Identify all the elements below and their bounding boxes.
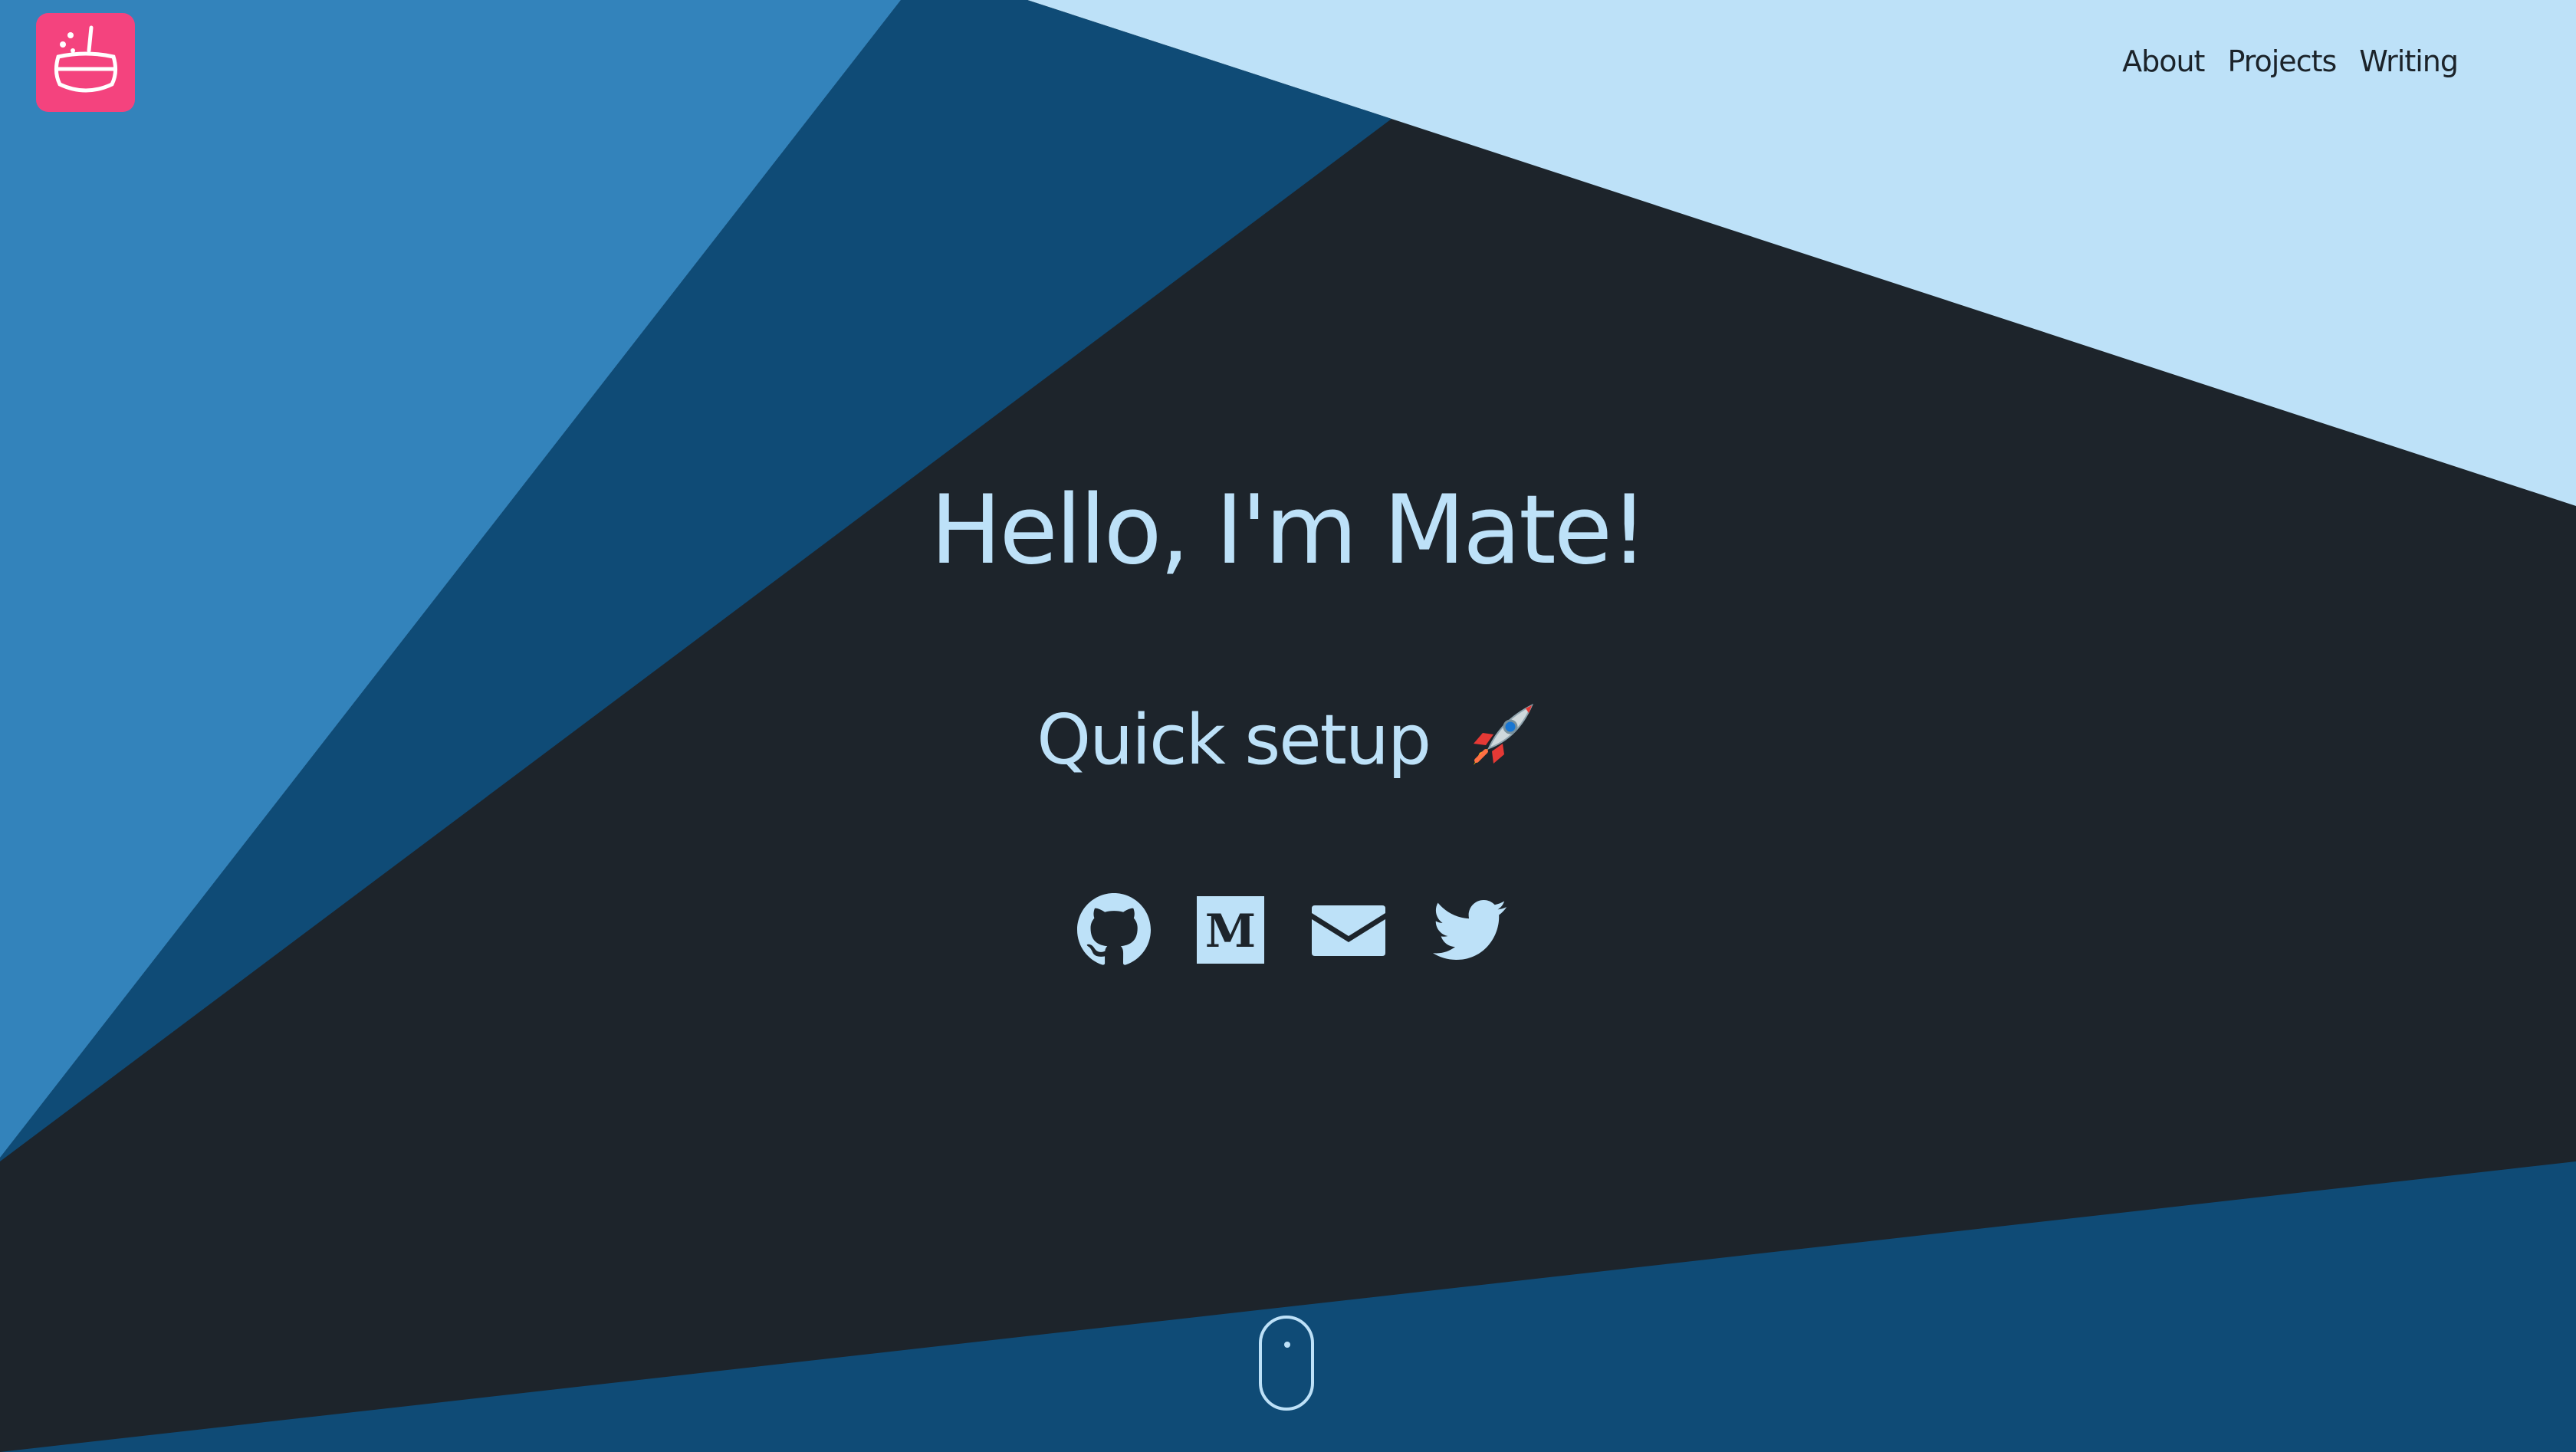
hero-title: Hello, I'm Mate!: [930, 475, 1648, 586]
email-icon: [1312, 905, 1385, 956]
github-icon: [1077, 893, 1151, 965]
github-link[interactable]: [1077, 893, 1151, 971]
medium-icon: M: [1197, 896, 1264, 964]
rocket-icon: [1463, 698, 1539, 791]
hero-subtitle-row: Quick setup: [0, 698, 2576, 791]
social-links: M: [0, 893, 2576, 971]
nav-link-projects[interactable]: Projects: [2227, 44, 2337, 78]
cauldron-icon: [54, 25, 117, 92]
medium-link[interactable]: M: [1197, 893, 1264, 971]
hero-subtitle: Quick setup: [1037, 699, 1431, 780]
scroll-wheel-dot: [1284, 1342, 1290, 1348]
nav-link-writing[interactable]: Writing: [2359, 44, 2459, 78]
svg-text:M: M: [1205, 905, 1256, 958]
mouse-scroll-icon[interactable]: [1259, 1316, 1314, 1411]
email-link[interactable]: [1310, 893, 1387, 971]
nav-link-about[interactable]: About: [2122, 44, 2205, 78]
site-logo[interactable]: [36, 13, 135, 112]
top-nav: About Projects Writing: [2122, 44, 2459, 78]
twitter-icon: [1433, 899, 1507, 961]
twitter-link[interactable]: [1433, 893, 1507, 971]
